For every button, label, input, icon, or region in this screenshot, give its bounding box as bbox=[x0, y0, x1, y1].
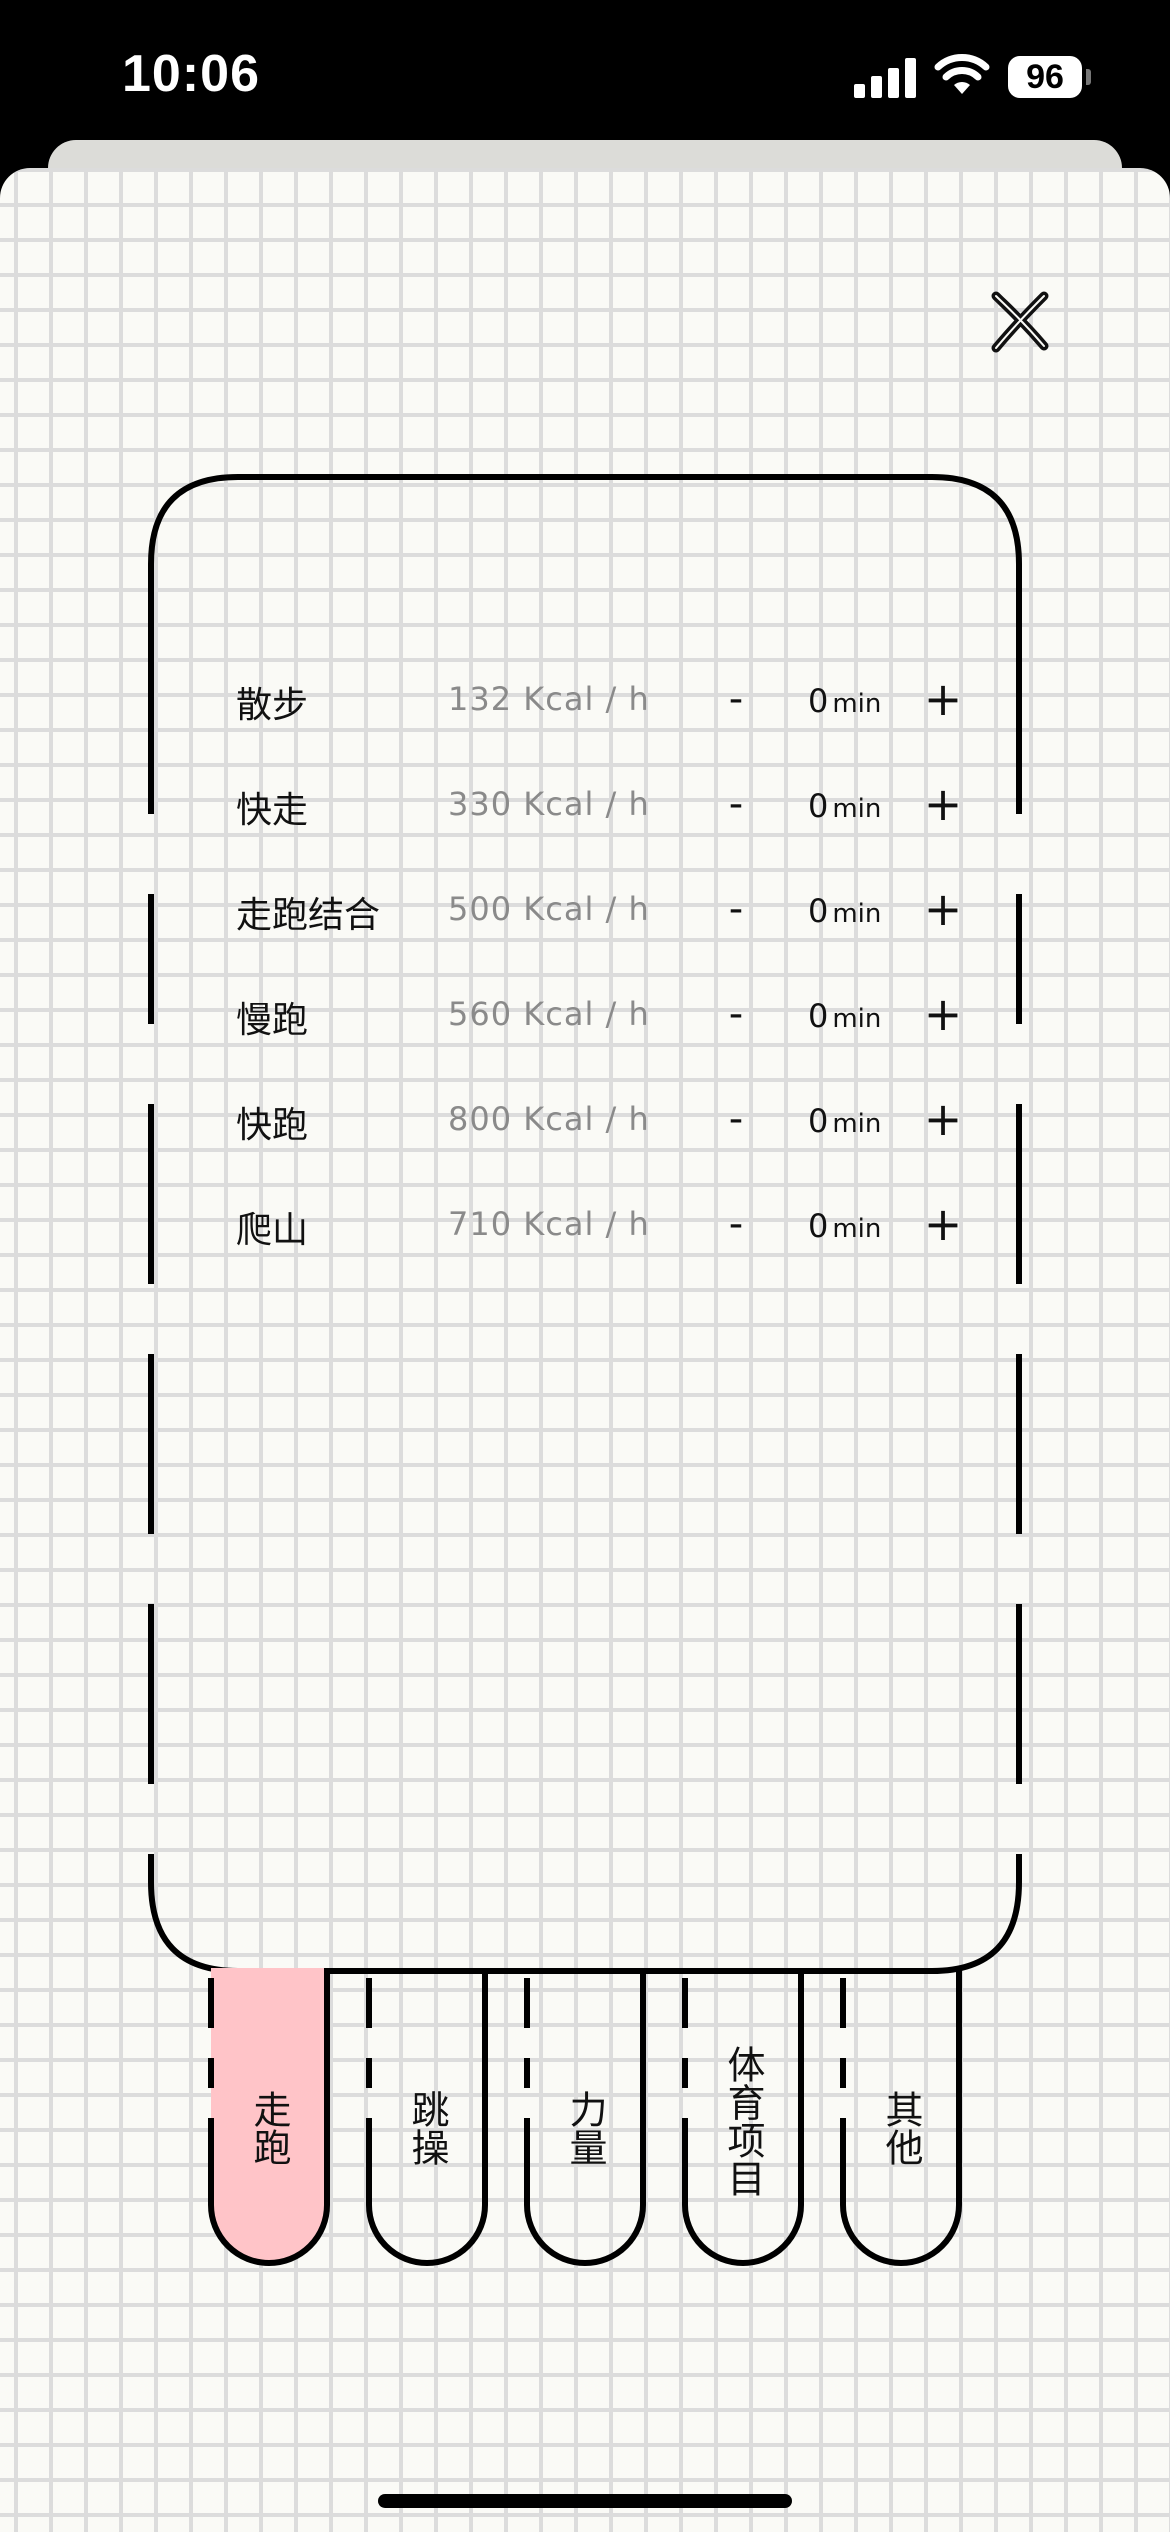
minutes-value: 0 min bbox=[808, 787, 882, 825]
status-bar: 10:06 96 bbox=[0, 0, 1170, 150]
tab-walk-run[interactable]: 走跑 bbox=[208, 1968, 330, 2268]
list-item: 散步 132 Kcal / h - 0 min + bbox=[148, 668, 1022, 738]
activity-kcal: 560 Kcal / h bbox=[448, 995, 650, 1033]
activity-kcal: 132 Kcal / h bbox=[448, 680, 650, 718]
list-item: 慢跑 560 Kcal / h - 0 min + bbox=[148, 983, 1022, 1053]
modal-sheet: 散步 132 Kcal / h - 0 min + 快走 330 Kcal / h… bbox=[0, 168, 1170, 2532]
activity-name: 快跑 bbox=[236, 1105, 309, 1146]
minutes-value: 0 min bbox=[808, 1102, 882, 1140]
wifi-icon bbox=[934, 54, 990, 94]
list-item: 快走 330 Kcal / h - 0 min + bbox=[148, 773, 1022, 843]
list-item: 快跑 800 Kcal / h - 0 min + bbox=[148, 1088, 1022, 1158]
battery-tip bbox=[1086, 69, 1091, 85]
tab-label: 体育项目 bbox=[721, 2045, 765, 2197]
increase-button[interactable]: + bbox=[920, 1197, 966, 1251]
decrease-button[interactable]: - bbox=[716, 676, 756, 722]
tab-label: 力量 bbox=[563, 2090, 607, 2166]
minutes-value: 0 min bbox=[808, 682, 882, 720]
minutes-value: 0 min bbox=[808, 1207, 882, 1245]
increase-button[interactable]: + bbox=[920, 987, 966, 1041]
close-x-icon[interactable] bbox=[986, 288, 1054, 356]
decrease-button[interactable]: - bbox=[716, 1201, 756, 1247]
battery-icon: 96 bbox=[1008, 56, 1082, 98]
tab-sports[interactable]: 体育项目 bbox=[682, 1968, 804, 2268]
activity-name: 走跑结合 bbox=[236, 895, 381, 936]
activity-kcal: 800 Kcal / h bbox=[448, 1100, 650, 1138]
tab-label: 其他 bbox=[879, 2090, 923, 2166]
minutes-value: 0 min bbox=[808, 997, 882, 1035]
activity-name: 散步 bbox=[236, 685, 309, 726]
increase-button[interactable]: + bbox=[920, 1092, 966, 1146]
activity-kcal: 710 Kcal / h bbox=[448, 1205, 650, 1243]
home-indicator[interactable] bbox=[378, 2494, 792, 2508]
activity-card: 散步 132 Kcal / h - 0 min + 快走 330 Kcal / h… bbox=[148, 474, 1022, 1974]
decrease-button[interactable]: - bbox=[716, 781, 756, 827]
decrease-button[interactable]: - bbox=[716, 886, 756, 932]
signal-icon bbox=[854, 58, 916, 98]
tab-other[interactable]: 其他 bbox=[840, 1968, 962, 2268]
activity-kcal: 330 Kcal / h bbox=[448, 785, 650, 823]
list-item: 爬山 710 Kcal / h - 0 min + bbox=[148, 1193, 1022, 1263]
increase-button[interactable]: + bbox=[920, 882, 966, 936]
increase-button[interactable]: + bbox=[920, 672, 966, 726]
decrease-button[interactable]: - bbox=[716, 1096, 756, 1142]
minutes-value: 0 min bbox=[808, 892, 882, 930]
activity-name: 爬山 bbox=[236, 1210, 309, 1251]
activity-name: 慢跑 bbox=[236, 1000, 309, 1041]
list-item: 走跑结合 500 Kcal / h - 0 min + bbox=[148, 878, 1022, 948]
increase-button[interactable]: + bbox=[920, 777, 966, 831]
activity-name: 快走 bbox=[236, 790, 309, 831]
tab-aerobics[interactable]: 跳操 bbox=[366, 1968, 488, 2268]
tab-label: 走跑 bbox=[247, 2090, 291, 2166]
status-time: 10:06 bbox=[122, 45, 260, 103]
tab-label: 跳操 bbox=[405, 2090, 449, 2166]
activity-kcal: 500 Kcal / h bbox=[448, 890, 650, 928]
tab-strength[interactable]: 力量 bbox=[524, 1968, 646, 2268]
decrease-button[interactable]: - bbox=[716, 991, 756, 1037]
